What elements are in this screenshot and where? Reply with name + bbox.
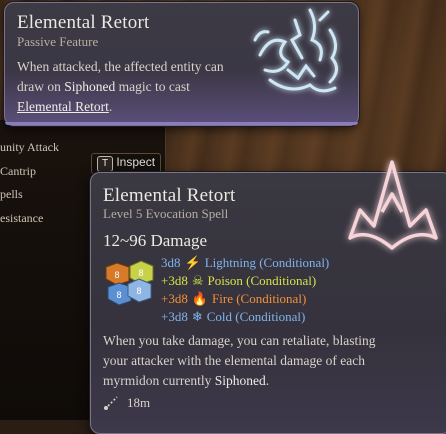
spell-subtitle: Level 5 Evocation Spell (103, 206, 229, 221)
damage-row-poison: +3d8 ☠ Poison (Conditional) (161, 273, 317, 288)
poison-icon: ☠ (191, 273, 204, 288)
siphoned-keyword: Siphoned (64, 79, 116, 94)
feature-subtitle: Passive Feature (17, 34, 99, 49)
damage-row-fire: +3d8 🔥 Fire (Conditional) (161, 291, 307, 306)
inspect-label: Inspect (116, 154, 156, 169)
feature-description: When attacked, the affected entity can d… (17, 59, 224, 114)
siphoned-keyword: Siphoned (214, 373, 266, 388)
die-label: 8 (136, 286, 141, 296)
damage-row-lightning: 3d8 ⚡ Lightning (Conditional) (161, 255, 330, 270)
die-label: 8 (138, 268, 143, 278)
list-item[interactable]: unity Attack (0, 136, 59, 160)
fire-icon: 🔥 (191, 291, 209, 306)
die-label: 8 (114, 270, 119, 280)
damage-breakdown: 3d8 ⚡ Lightning (Conditional) +3d8 ☠ Poi… (161, 254, 329, 326)
spell-range: 18m (103, 395, 150, 411)
list-item[interactable]: pells (0, 183, 59, 207)
range-value: 18m (127, 395, 151, 410)
lightning-icon: ⚡ (184, 255, 201, 270)
inspect-hint[interactable]: T Inspect (91, 152, 162, 174)
damage-total: 12~96 Damage (103, 231, 208, 250)
feature-title: Elemental Retort (17, 12, 150, 33)
passive-list: unity Attack Cantrip pells esistance (0, 136, 59, 230)
cold-icon: ❄ (191, 309, 203, 324)
elemental-rune-icon (253, 8, 338, 93)
spell-title: Elemental Retort (103, 185, 236, 206)
list-item[interactable]: Cantrip (0, 160, 59, 184)
list-item[interactable]: esistance (0, 207, 59, 231)
range-icon (104, 396, 118, 410)
damage-dice-icon: 8 8 8 8 (105, 260, 154, 306)
spell-description: When you take damage, you can retaliate,… (103, 333, 376, 388)
damage-row-cold: +3d8 ❄ Cold (Conditional) (161, 309, 306, 324)
spell-crown-icon (348, 160, 438, 250)
keybind-t: T (97, 155, 113, 172)
die-label: 8 (116, 290, 121, 300)
elemental-retort-link[interactable]: Elemental Retort (17, 99, 109, 114)
inspect-label-box: T Inspect (91, 152, 162, 174)
tooltip-accent (5, 122, 358, 125)
